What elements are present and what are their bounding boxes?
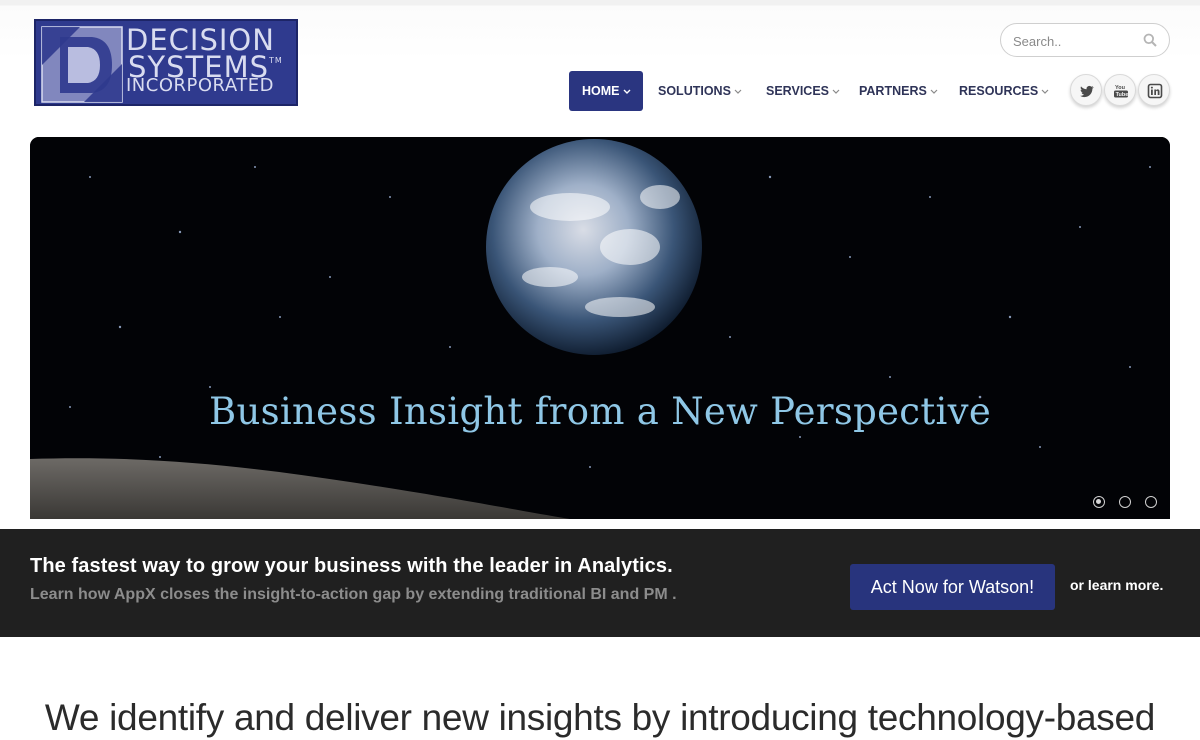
youtube-icon: You Tube xyxy=(1114,85,1129,98)
search-box xyxy=(1000,23,1170,57)
slide-dot-3[interactable] xyxy=(1145,496,1157,508)
hero-slider[interactable]: Business Insight from a New Perspective xyxy=(30,137,1170,519)
chevron-down-icon xyxy=(1041,71,1049,111)
cta-subtitle: Learn how AppX closes the insight-to-act… xyxy=(30,586,677,603)
search-input[interactable] xyxy=(1013,31,1133,51)
youtube-link[interactable]: You Tube xyxy=(1104,74,1136,106)
cta-title: The fastest way to grow your business wi… xyxy=(30,555,673,577)
nav-home[interactable]: HOME xyxy=(569,71,643,111)
logo-line-2: SYSTEMSTM xyxy=(126,53,292,82)
page: DECISION SYSTEMSTM INCORPORATED HOME SOL… xyxy=(0,0,1200,740)
svg-text:Tube: Tube xyxy=(1116,92,1129,98)
nav-partners-label: PARTNERS xyxy=(859,84,927,98)
nav-solutions-label: SOLUTIONS xyxy=(658,84,731,98)
hero-title: Business Insight from a New Perspective xyxy=(208,390,992,433)
twitter-icon xyxy=(1080,85,1094,98)
chevron-down-icon xyxy=(734,71,742,111)
intro-headline: We identify and deliver new insights by … xyxy=(44,697,1156,738)
svg-text:You: You xyxy=(1115,85,1125,91)
logo-line-1: DECISION xyxy=(126,23,275,57)
nav-resources[interactable]: RESOURCES xyxy=(959,71,1049,111)
company-logo[interactable]: DECISION SYSTEMSTM INCORPORATED xyxy=(34,19,298,106)
learn-more-link[interactable]: or learn more. xyxy=(1070,577,1163,593)
cta-band: The fastest way to grow your business wi… xyxy=(0,529,1200,637)
chevron-down-icon xyxy=(623,71,631,111)
slide-dot-2[interactable] xyxy=(1119,496,1131,508)
nav-services-label: SERVICES xyxy=(766,84,829,98)
chevron-down-icon xyxy=(930,71,938,111)
nav-services[interactable]: SERVICES xyxy=(766,71,840,111)
twitter-link[interactable] xyxy=(1070,74,1102,106)
hero-image xyxy=(30,137,1170,519)
slide-dot-1[interactable] xyxy=(1093,496,1105,508)
logo-wordmark: DECISION SYSTEMSTM INCORPORATED xyxy=(126,26,292,95)
chevron-down-icon xyxy=(832,71,840,111)
linkedin-icon xyxy=(1147,83,1163,99)
nav-resources-label: RESOURCES xyxy=(959,84,1039,98)
search-icon[interactable] xyxy=(1143,33,1157,52)
act-now-button[interactable]: Act Now for Watson! xyxy=(850,564,1055,610)
logo-mark-icon xyxy=(41,26,123,103)
nav-partners[interactable]: PARTNERS xyxy=(859,71,938,111)
nav-solutions[interactable]: SOLUTIONS xyxy=(658,71,742,111)
nav-home-label: HOME xyxy=(582,84,620,98)
logo-line-3: INCORPORATED xyxy=(126,75,274,96)
site-header: DECISION SYSTEMSTM INCORPORATED HOME SOL… xyxy=(0,0,1200,128)
trademark: TM xyxy=(269,56,283,65)
linkedin-link[interactable] xyxy=(1138,74,1170,106)
